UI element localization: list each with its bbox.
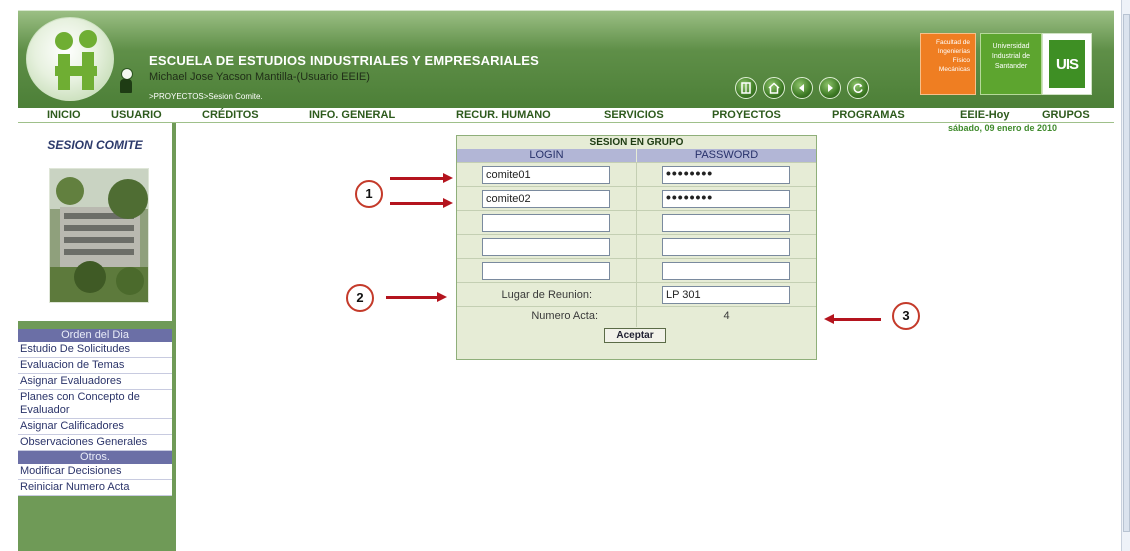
login-input-3[interactable] <box>482 214 610 232</box>
callout-3: 3 <box>892 302 920 330</box>
facultad-badge[interactable]: Facultad de Ingenierías Físico Mecánicas <box>920 33 976 95</box>
acta-label: Numero Acta: <box>531 310 598 322</box>
uis-logo[interactable]: UIS <box>1042 33 1092 95</box>
login-input-5[interactable] <box>482 262 610 280</box>
callout-arrow-1b <box>390 198 453 208</box>
menu-item-evaluacion-temas[interactable]: Evaluacion de Temas <box>18 358 172 374</box>
nav-info-general[interactable]: INFO. GENERAL <box>309 108 395 122</box>
login-input-2[interactable]: comite02 <box>482 190 610 208</box>
menu-item-asignar-evaluadores[interactable]: Asignar Evaluadores <box>18 374 172 390</box>
nav-eeie-hoy[interactable]: EEIE-Hoy <box>960 108 1010 122</box>
nav-creditos[interactable]: CRÉDITOS <box>202 108 259 122</box>
password-input-3[interactable] <box>662 214 790 232</box>
form-row <box>457 234 816 259</box>
form-row <box>457 258 816 283</box>
back-icon[interactable] <box>791 77 813 99</box>
current-date: sábado, 09 enero de 2010 <box>948 123 1058 133</box>
accept-button[interactable]: Aceptar <box>604 328 666 343</box>
password-input-2[interactable]: •••••••• <box>662 190 790 208</box>
building-photo <box>49 168 149 303</box>
form-row-acta: Numero Acta: 4 <box>457 306 816 327</box>
eeie-logo[interactable] <box>26 17 114 101</box>
form-title: SESION EN GRUPO <box>457 136 816 149</box>
form-row: comite02 •••••••• <box>457 186 816 211</box>
lugar-label: Lugar de Reunion: <box>501 289 592 301</box>
menu-head-otros: Otros. <box>18 451 172 464</box>
header: ESCUELA DE ESTUDIOS INDUSTRIALES Y EMPRE… <box>18 10 1114 109</box>
main-nav: INICIO USUARIO CRÉDITOS INFO. GENERAL RE… <box>18 108 1114 123</box>
page-frame: ESCUELA DE ESTUDIOS INDUSTRIALES Y EMPRE… <box>18 10 1114 551</box>
refresh-icon[interactable] <box>847 77 869 99</box>
password-input-5[interactable] <box>662 262 790 280</box>
breadcrumb[interactable]: >PROYECTOS>Sesion Comite. <box>149 92 263 101</box>
user-icon <box>120 68 133 94</box>
callout-1: 1 <box>355 180 383 208</box>
nav-proyectos[interactable]: PROYECTOS <box>712 108 781 122</box>
session-form: SESION EN GRUPO LOGIN PASSWORD comite01 … <box>456 135 817 360</box>
nav-programas[interactable]: PROGRAMAS <box>832 108 905 122</box>
school-title: ESCUELA DE ESTUDIOS INDUSTRIALES Y EMPRE… <box>149 53 540 68</box>
nav-grupos[interactable]: GRUPOS <box>1042 108 1090 122</box>
password-input-4[interactable] <box>662 238 790 256</box>
menu-item-modificar-decisiones[interactable]: Modificar Decisiones <box>18 464 172 480</box>
uis-logo-text: UIS <box>1049 40 1085 88</box>
sidebar-menu: Orden del Dia Estudio De Solicitudes Eva… <box>18 329 172 496</box>
login-header: LOGIN <box>457 149 636 162</box>
nav-recur-humano[interactable]: RECUR. HUMANO <box>456 108 551 122</box>
lugar-input[interactable]: LP 301 <box>662 286 790 304</box>
callout-arrow-1a <box>390 173 453 183</box>
door-icon[interactable] <box>735 77 757 99</box>
form-row: comite01 •••••••• <box>457 162 816 187</box>
password-header: PASSWORD <box>637 149 816 162</box>
menu-item-estudio-solicitudes[interactable]: Estudio De Solicitudes <box>18 342 172 358</box>
password-input-1[interactable]: •••••••• <box>662 166 790 184</box>
login-input-4[interactable] <box>482 238 610 256</box>
menu-item-planes-concepto[interactable]: Planes con Concepto de Evaluador <box>18 390 172 419</box>
form-row-lugar: Lugar de Reunion: LP 301 <box>457 282 816 307</box>
user-name: Michael Jose Yacson Mantilla-(Usuario EE… <box>149 71 370 83</box>
eeie-logo-mark <box>55 30 99 92</box>
sidebar-header: SESION COMITE <box>18 123 172 321</box>
menu-item-reiniciar-acta[interactable]: Reiniciar Numero Acta <box>18 480 172 496</box>
main-content: sábado, 09 enero de 2010 SESION EN GRUPO… <box>176 123 1114 551</box>
sidebar: SESION COMITE Orden del Dia Estudio De S… <box>18 123 176 551</box>
callout-arrow-3 <box>824 314 881 324</box>
vertical-scrollbar[interactable] <box>1121 0 1130 551</box>
callout-2: 2 <box>346 284 374 312</box>
nav-servicios[interactable]: SERVICIOS <box>604 108 664 122</box>
callout-arrow-2 <box>386 292 447 302</box>
menu-item-observaciones[interactable]: Observaciones Generales <box>18 435 172 451</box>
acta-value: 4 <box>723 310 730 322</box>
forward-icon[interactable] <box>819 77 841 99</box>
menu-item-asignar-calificadores[interactable]: Asignar Calificadores <box>18 419 172 435</box>
nav-usuario[interactable]: USUARIO <box>111 108 162 122</box>
sidebar-title: SESION COMITE <box>47 138 143 152</box>
menu-head-orden: Orden del Dia <box>18 329 172 342</box>
nav-inicio[interactable]: INICIO <box>47 108 81 122</box>
scrollbar-thumb[interactable] <box>1123 14 1130 532</box>
form-row <box>457 210 816 235</box>
login-input-1[interactable]: comite01 <box>482 166 610 184</box>
home-icon[interactable] <box>763 77 785 99</box>
toolbar-icons <box>735 77 869 103</box>
university-badge[interactable]: Universidad Industrial de Santander <box>980 33 1042 95</box>
